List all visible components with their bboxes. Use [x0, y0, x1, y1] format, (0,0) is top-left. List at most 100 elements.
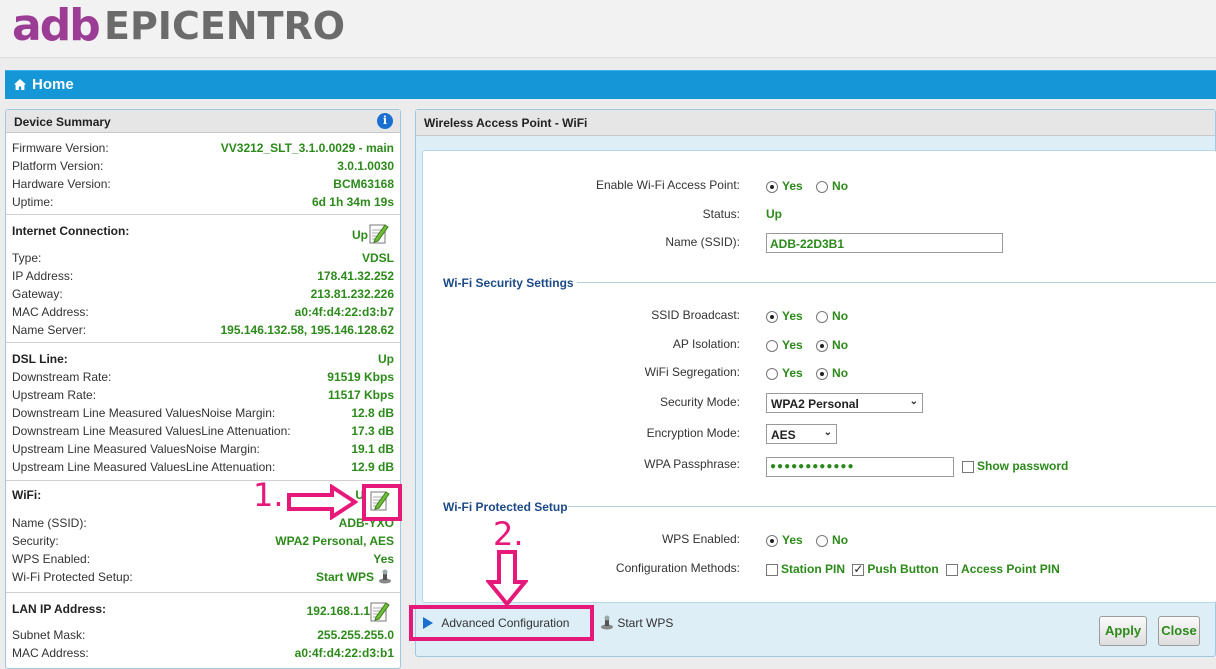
dsl-header-row: DSL Line: Up — [12, 350, 394, 368]
wifi-label: WiFi: — [12, 488, 42, 502]
dns-label: Name Server: — [12, 323, 87, 337]
divider — [6, 480, 400, 481]
wifi-security-label: Security: — [12, 534, 59, 548]
upstream-attenuation-value: 12.9 dB — [351, 460, 394, 474]
encryption-mode-label: Encryption Mode: — [646, 426, 740, 440]
lan-mac-label: MAC Address: — [12, 646, 89, 660]
downstream-noise-value: 12.8 dB — [351, 406, 394, 420]
checkbox-icon[interactable] — [946, 563, 959, 576]
ap-pin-option[interactable]: Access Point PIN — [946, 562, 1060, 576]
info-icon[interactable]: i — [377, 113, 393, 129]
ssid-broadcast-no[interactable]: No — [816, 309, 848, 323]
ssid-input[interactable]: ADB-22D3B1 — [766, 233, 1003, 253]
edit-icon[interactable] — [369, 222, 389, 244]
type-value: VDSL — [361, 251, 394, 265]
subnet-value: 255.255.255.0 — [317, 628, 394, 642]
platform-label: Platform Version: — [12, 159, 104, 173]
start-wps-link[interactable]: Start WPS — [316, 570, 374, 584]
radio-icon[interactable] — [766, 534, 778, 547]
enable-wifi-yes[interactable]: Yes — [766, 179, 803, 193]
passphrase-label: WPA Passphrase: — [644, 457, 740, 471]
wifi-panel-title: Wireless Access Point - WiFi — [424, 116, 588, 130]
subnet-label: Subnet Mask: — [12, 628, 86, 642]
dsl-status: Up — [378, 352, 394, 366]
arrow-down-icon — [486, 550, 528, 607]
platform-value: 3.0.1.0030 — [337, 159, 394, 173]
ap-isolation-radios: Yes No — [766, 337, 858, 352]
enable-wifi-no[interactable]: No — [816, 179, 848, 193]
home-nav-bar[interactable]: Home — [5, 70, 1216, 99]
station-pin-option[interactable]: Station PIN — [766, 562, 845, 576]
radio-icon[interactable] — [766, 310, 778, 323]
checkbox-icon[interactable] — [852, 562, 865, 576]
ap-isolation-no[interactable]: No — [816, 338, 848, 352]
status-value: Up — [766, 207, 782, 221]
wifi-security-value: WPA2 Personal, AES — [275, 534, 394, 548]
show-password-option[interactable]: Show password — [962, 459, 1068, 473]
adb-logo: adb — [12, 0, 101, 51]
enable-wifi-radios: Yes No — [766, 178, 858, 193]
gateway-value: 213.81.232.226 — [310, 287, 394, 301]
wps-enabled-yes[interactable]: Yes — [766, 533, 803, 547]
uptime-label: Uptime: — [12, 195, 54, 209]
radio-icon[interactable] — [816, 310, 829, 323]
status-label: Status: — [702, 207, 740, 221]
checkbox-icon[interactable] — [962, 460, 974, 473]
security-mode-label: Security Mode: — [659, 395, 740, 409]
ssid-broadcast-yes[interactable]: Yes — [766, 309, 803, 323]
device-summary-header: Device Summary i — [6, 110, 400, 133]
radio-icon[interactable] — [816, 339, 829, 352]
start-wps-button[interactable]: Start WPS — [600, 615, 673, 630]
gateway-row: Gateway: 213.81.232.226 — [12, 285, 394, 303]
lan-label: LAN IP Address: — [12, 602, 107, 616]
lan-mac-value: a0:4f:d4:22:d3:b1 — [294, 646, 394, 660]
radio-icon[interactable] — [766, 339, 778, 352]
divider — [577, 282, 1216, 283]
hardware-row: Hardware Version: BCM63168 — [12, 175, 394, 193]
upstream-attenuation-label: Upstream Line Measured ValuesLine Attenu… — [12, 460, 276, 474]
wps-icon — [601, 615, 613, 630]
passphrase-input[interactable]: ●●●●●●●●●●●● — [766, 457, 954, 477]
lan-ip-value: 192.168.1.1 — [306, 604, 370, 618]
wifi-segregation-no[interactable]: No — [816, 366, 848, 380]
chevron-down-icon: ⌄ — [823, 427, 832, 438]
push-button-option[interactable]: Push Button — [852, 562, 939, 576]
hardware-value: BCM63168 — [333, 177, 394, 191]
type-label: Type: — [12, 251, 42, 265]
radio-icon[interactable] — [766, 367, 778, 380]
hardware-label: Hardware Version: — [12, 177, 111, 191]
radio-icon[interactable] — [816, 367, 829, 380]
checkbox-icon[interactable] — [766, 563, 778, 576]
device-summary-panel: Device Summary i Firmware Version: VV3212… — [5, 109, 401, 669]
epicentro-logo: EPICENTRO — [104, 4, 346, 48]
upstream-rate-value: 11517 Kbps — [327, 388, 394, 402]
internet-status: Up — [352, 228, 368, 242]
wps-enabled-no[interactable]: No — [816, 533, 848, 547]
downstream-rate-value: 91519 Kbps — [327, 370, 394, 384]
lan-header-row: LAN IP Address: 192.168.1.1 — [12, 600, 394, 618]
edit-icon[interactable] — [370, 600, 390, 622]
radio-icon[interactable] — [816, 534, 829, 547]
radio-icon[interactable] — [766, 180, 778, 193]
divider — [6, 592, 400, 593]
firmware-row: Firmware Version: VV3212_SLT_3.1.0.0029 -… — [12, 139, 394, 157]
apply-button[interactable]: Apply — [1099, 616, 1147, 646]
close-button[interactable]: Close — [1158, 616, 1200, 646]
wps-icon[interactable] — [378, 569, 392, 584]
highlight-box — [362, 484, 402, 521]
upstream-rate-label: Upstream Rate: — [12, 388, 97, 402]
ap-isolation-yes[interactable]: Yes — [766, 338, 803, 352]
downstream-attenuation-row: Downstream Line Measured ValuesLine Atte… — [12, 422, 394, 440]
internet-label: Internet Connection: — [12, 224, 130, 238]
mac-row: MAC Address: a0:4f:d4:22:d3:b7 — [12, 303, 394, 321]
chevron-down-icon: ⌄ — [909, 396, 918, 407]
radio-icon[interactable] — [816, 180, 829, 193]
downstream-noise-row: Downstream Line Measured ValuesNoise Mar… — [12, 404, 394, 422]
downstream-rate-row: Downstream Rate: 91519 Kbps — [12, 368, 394, 386]
ip-label: IP Address: — [12, 269, 74, 283]
dsl-label: DSL Line: — [12, 352, 68, 366]
wifi-segregation-yes[interactable]: Yes — [766, 366, 803, 380]
encryption-mode-select[interactable]: AES ⌄ — [766, 424, 837, 444]
internet-header-row: Internet Connection: Up — [12, 222, 394, 242]
security-mode-select[interactable]: WPA2 Personal ⌄ — [766, 393, 923, 413]
